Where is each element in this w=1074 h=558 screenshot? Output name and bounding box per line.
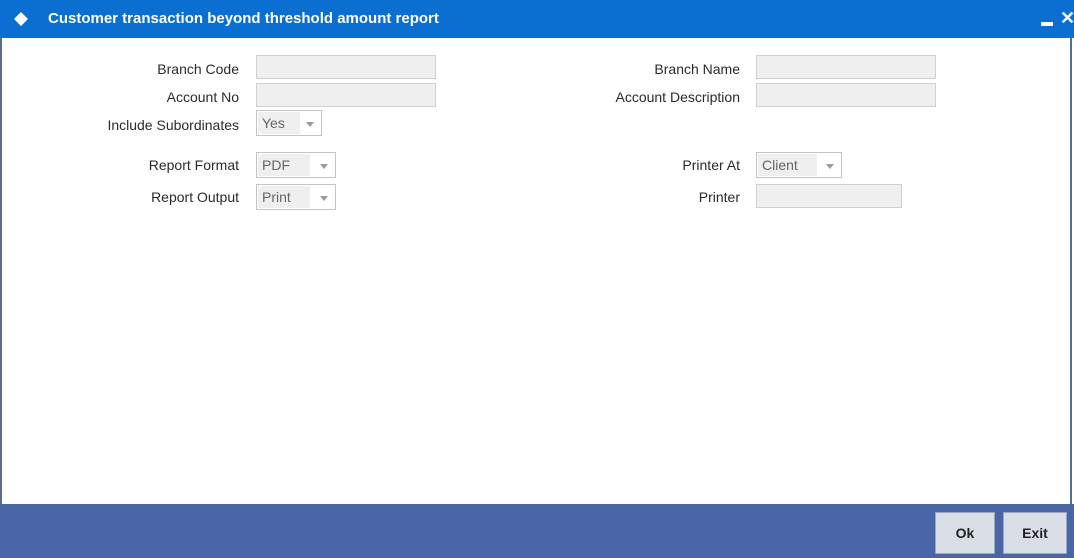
include-subordinates-value: Yes [258, 112, 300, 134]
branch-code-input[interactable] [256, 55, 436, 79]
chevron-down-icon [826, 164, 834, 169]
printer-at-value: Client [758, 154, 817, 176]
report-form [0, 38, 1072, 504]
exit-button[interactable]: Exit [1003, 512, 1067, 554]
printer-at-select[interactable]: Client [756, 152, 842, 178]
diamond-icon [14, 12, 28, 26]
branch-code-label: Branch Code [157, 61, 239, 77]
printer-label: Printer [698, 189, 740, 205]
account-no-input[interactable] [256, 83, 436, 107]
printer-at-label: Printer At [682, 157, 740, 173]
branch-name-label: Branch Name [654, 61, 740, 77]
report-format-value: PDF [258, 154, 310, 176]
report-output-value: Print [258, 186, 310, 208]
include-subordinates-label: Include Subordinates [107, 117, 239, 133]
account-description-input[interactable] [756, 83, 936, 107]
include-subordinates-select[interactable]: Yes [256, 110, 322, 136]
account-description-label: Account Description [615, 89, 740, 105]
chevron-down-icon [320, 196, 328, 201]
window-title: Customer transaction beyond threshold am… [48, 10, 439, 27]
title-bar: Customer transaction beyond threshold am… [0, 0, 1074, 38]
report-output-label: Report Output [151, 189, 239, 205]
chevron-down-icon [320, 164, 328, 169]
branch-name-input[interactable] [756, 55, 936, 79]
report-output-select[interactable]: Print [256, 184, 336, 210]
chevron-down-icon [306, 122, 314, 127]
minimize-icon[interactable] [1041, 10, 1055, 30]
footer-bar [0, 504, 1074, 558]
close-icon[interactable]: ✕ [1060, 8, 1074, 28]
ok-button[interactable]: Ok [935, 512, 995, 554]
report-format-label: Report Format [148, 157, 239, 173]
account-no-label: Account No [166, 89, 239, 105]
report-format-select[interactable]: PDF [256, 152, 336, 178]
printer-input[interactable] [756, 184, 902, 208]
